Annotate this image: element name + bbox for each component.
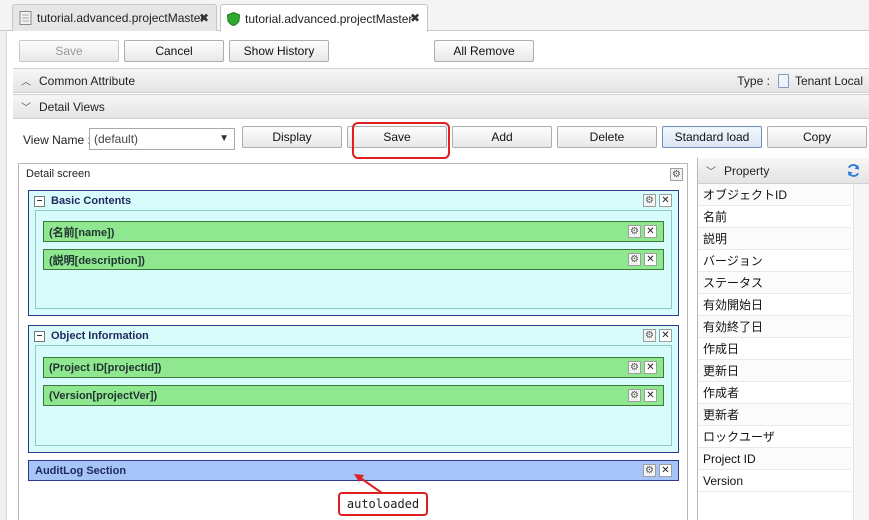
- close-icon[interactable]: ✕: [644, 361, 657, 374]
- delete-button[interactable]: Delete: [557, 126, 657, 148]
- chevron-down-icon: ▼: [219, 133, 229, 144]
- field-description[interactable]: (説明[description]): [43, 249, 664, 270]
- property-item[interactable]: 作成者: [698, 382, 851, 404]
- minus-icon[interactable]: –: [34, 195, 45, 207]
- property-item[interactable]: ステータス: [698, 272, 851, 294]
- property-panel: ﹀ Property オブジェクトID 名前 説明 バージョン ステータス 有効…: [697, 158, 869, 520]
- close-icon[interactable]: ✖: [410, 11, 420, 25]
- type-value: Tenant Local: [794, 74, 863, 88]
- left-splitter[interactable]: [0, 31, 7, 520]
- all-remove-button[interactable]: All Remove: [434, 40, 534, 62]
- tab-bar: tutorial.advanced.projectMaster ✖ tutori…: [0, 0, 869, 32]
- section-header: – Basic Contents: [29, 191, 678, 211]
- close-icon[interactable]: ✕: [659, 329, 672, 342]
- gear-icon[interactable]: ⚙: [628, 253, 641, 266]
- property-list: オブジェクトID 名前 説明 バージョン ステータス 有効開始日 有効終了日 作…: [698, 184, 869, 492]
- property-item[interactable]: 有効開始日: [698, 294, 851, 316]
- property-header[interactable]: ﹀ Property: [698, 158, 869, 184]
- add-button[interactable]: Add: [452, 126, 552, 148]
- property-title: Property: [724, 163, 770, 178]
- property-scrollbar[interactable]: [853, 184, 869, 520]
- gear-icon[interactable]: ⚙: [628, 225, 641, 238]
- field-version[interactable]: (Version[projectVer]): [43, 385, 664, 406]
- section-title: Object Information: [51, 330, 149, 342]
- green-shield-icon: [227, 11, 240, 26]
- copy-button[interactable]: Copy: [767, 126, 867, 148]
- close-icon[interactable]: ✕: [659, 464, 672, 477]
- field-name[interactable]: (名前[name]): [43, 221, 664, 242]
- gear-icon[interactable]: ⚙: [670, 168, 683, 181]
- autoloaded-annotation: autoloaded: [338, 492, 428, 516]
- type-label: Type :: [737, 74, 770, 88]
- chevron-down-icon: ﹀: [706, 167, 716, 178]
- property-item[interactable]: Project ID: [698, 448, 851, 470]
- detail-views-header[interactable]: ﹀ Detail Views: [13, 94, 869, 119]
- property-item[interactable]: Version: [698, 470, 851, 492]
- save-highlight-annotation: [352, 122, 450, 159]
- gear-icon[interactable]: ⚙: [643, 329, 656, 342]
- refresh-icon[interactable]: [846, 163, 861, 178]
- section-label: Detail Views: [39, 99, 105, 114]
- close-icon[interactable]: ✖: [199, 11, 209, 25]
- minus-icon[interactable]: –: [34, 330, 45, 342]
- cancel-button[interactable]: Cancel: [124, 40, 224, 62]
- property-item[interactable]: ロックユーザ: [698, 426, 851, 448]
- field-project-id[interactable]: (Project ID[projectId]): [43, 357, 664, 378]
- property-item[interactable]: 説明: [698, 228, 851, 250]
- gear-icon[interactable]: ⚙: [628, 361, 641, 374]
- close-icon[interactable]: ✕: [644, 389, 657, 402]
- save-button[interactable]: Save: [19, 40, 119, 62]
- property-item[interactable]: 更新日: [698, 360, 851, 382]
- close-icon[interactable]: ✕: [644, 225, 657, 238]
- detail-screen-title: Detail screen: [26, 168, 91, 180]
- document-icon: [19, 11, 32, 25]
- display-button[interactable]: Display: [242, 126, 342, 148]
- chevron-down-icon: ﹀: [21, 103, 31, 114]
- property-item[interactable]: 更新者: [698, 404, 851, 426]
- common-attribute-header[interactable]: ︿ Common Attribute Type : Tenant Local: [13, 68, 869, 93]
- standard-load-button[interactable]: Standard load: [662, 126, 762, 148]
- document-icon: [777, 74, 789, 88]
- property-item[interactable]: バージョン: [698, 250, 851, 272]
- view-name-label: View Name :: [23, 133, 91, 147]
- property-item[interactable]: オブジェクトID: [698, 184, 851, 206]
- tab-label: tutorial.advanced.projectMaster: [245, 11, 413, 26]
- section-title: Basic Contents: [51, 195, 132, 207]
- chevron-up-icon: ︿: [21, 77, 31, 88]
- section-label: Common Attribute: [39, 73, 136, 88]
- tab-project-master-1[interactable]: tutorial.advanced.projectMaster ✖: [12, 4, 217, 31]
- property-item[interactable]: 名前: [698, 206, 851, 228]
- view-name-value: (default): [94, 132, 139, 146]
- view-name-select[interactable]: (default) ▼: [89, 128, 235, 150]
- gear-icon[interactable]: ⚙: [643, 194, 656, 207]
- close-icon[interactable]: ✕: [659, 194, 672, 207]
- tab-project-master-2[interactable]: tutorial.advanced.projectMaster ✖: [220, 4, 428, 32]
- property-item[interactable]: 作成日: [698, 338, 851, 360]
- gear-icon[interactable]: ⚙: [643, 464, 656, 477]
- tab-label: tutorial.advanced.projectMaster: [37, 11, 205, 25]
- gear-icon[interactable]: ⚙: [628, 389, 641, 402]
- property-item[interactable]: 有効終了日: [698, 316, 851, 338]
- type-indicator: Type : Tenant Local: [737, 74, 863, 88]
- show-history-button[interactable]: Show History: [229, 40, 329, 62]
- section-header: – Object Information: [29, 326, 678, 346]
- close-icon[interactable]: ✕: [644, 253, 657, 266]
